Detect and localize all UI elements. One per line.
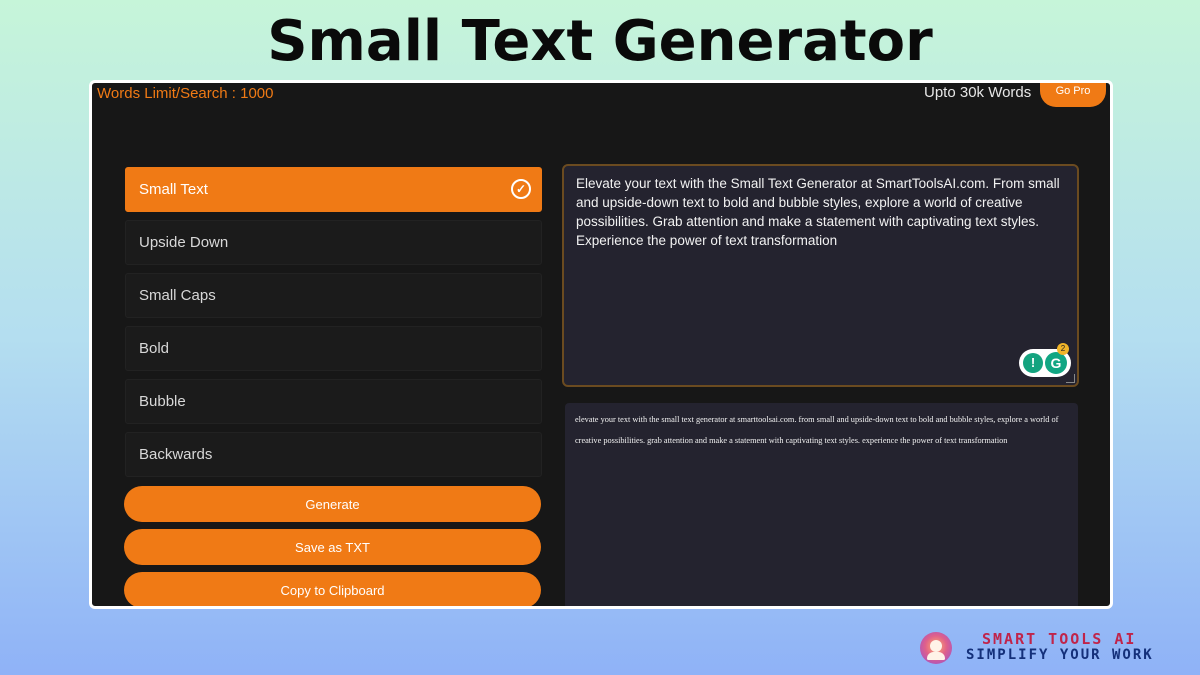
lightbulb-icon[interactable]: ! (1023, 353, 1043, 373)
copy-clipboard-button[interactable]: Copy to Clipboard (124, 572, 541, 606)
grammarly-icon[interactable]: G (1045, 352, 1067, 374)
brand-tagline: SIMPLIFY YOUR WORK (966, 647, 1154, 663)
app-window: Words Limit/Search : 1000 Upto 30k Words… (89, 80, 1113, 609)
brand-block: SMART TOOLS AI SIMPLIFY YOUR WORK (920, 630, 1190, 666)
style-option-bubble[interactable]: Bubble (125, 379, 542, 424)
input-text: Elevate your text with the Small Text Ge… (576, 176, 1060, 248)
check-circle-icon: ✓ (511, 179, 531, 199)
go-pro-button[interactable]: Go Pro (1040, 83, 1106, 107)
save-txt-button[interactable]: Save as TXT (124, 529, 541, 565)
style-option-label: Small Caps (139, 287, 216, 304)
page-title: Small Text Generator (267, 9, 933, 74)
style-option-bold[interactable]: Bold (125, 326, 542, 371)
style-option-upside-down[interactable]: Upside Down (125, 220, 542, 265)
style-option-label: Backwards (139, 446, 213, 463)
style-option-label: Bubble (139, 393, 186, 410)
grammarly-widget[interactable]: ! G 2 (1019, 343, 1071, 377)
style-option-label: Small Text (139, 181, 208, 198)
style-option-small-caps[interactable]: Small Caps (125, 273, 542, 318)
style-option-backwards[interactable]: Backwards (125, 432, 542, 477)
input-textarea[interactable]: Elevate your text with the Small Text Ge… (562, 164, 1079, 387)
grammarly-count-badge: 2 (1057, 343, 1069, 355)
style-options-list: Small Text ✓ Upside Down Small Caps Bold… (125, 167, 542, 485)
style-option-label: Bold (139, 340, 170, 357)
resize-grip-icon[interactable] (1066, 374, 1075, 383)
output-text: elevate your text with the small text ge… (575, 415, 1059, 445)
upto-words-label: Upto 30k Words (924, 84, 1032, 101)
style-option-label: Upside Down (139, 234, 229, 251)
style-option-small-text[interactable]: Small Text ✓ (125, 167, 542, 212)
output-panel[interactable]: elevate your text with the small text ge… (565, 403, 1078, 606)
words-limit-label: Words Limit/Search : 1000 (97, 85, 274, 102)
brand-logo-icon (920, 632, 952, 664)
generate-button[interactable]: Generate (124, 486, 541, 522)
brand-name: SMART TOOLS AI (982, 630, 1137, 648)
